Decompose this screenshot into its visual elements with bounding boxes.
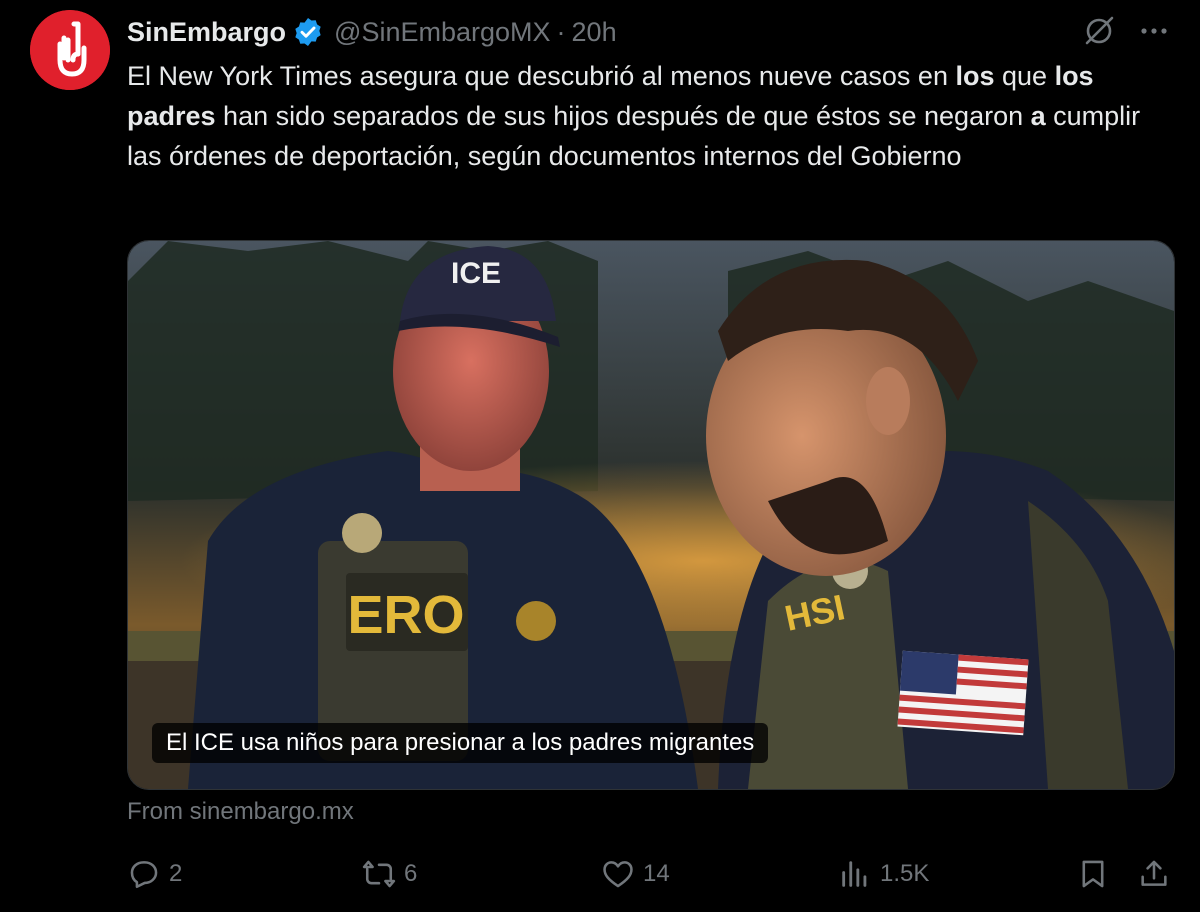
tweet-text-bold-segment: los [955, 61, 995, 91]
hand-logo-icon [30, 10, 110, 90]
grok-icon[interactable] [1082, 14, 1116, 48]
repost-button[interactable]: 6 [362, 852, 417, 896]
media-caption: El ICE usa niños para presionar a los pa… [152, 723, 769, 763]
tweet-text-segment: El New York Times asegura que descubrió … [127, 61, 956, 91]
more-icon[interactable] [1138, 18, 1170, 44]
flag-patch [897, 650, 1029, 736]
account-handle[interactable]: @SinEmbargoMX [334, 17, 551, 48]
views-button[interactable]: 1.5K [838, 852, 929, 896]
tweet-text-segment: han sido separados de sus hijos después … [215, 101, 1031, 131]
tweet-text: El New York Times asegura que descubrió … [127, 56, 1177, 176]
vest-left-label: ERO [347, 585, 464, 645]
bookmark-button[interactable] [1076, 852, 1110, 896]
views-count: 1.5K [880, 860, 930, 887]
like-icon [603, 861, 633, 888]
tweet-text-bold-segment: a [1030, 101, 1046, 131]
reply-button[interactable]: 2 [127, 852, 182, 896]
timestamp[interactable]: 20h [572, 17, 617, 48]
bookmark-icon [1082, 860, 1104, 888]
views-icon [842, 861, 867, 887]
reply-count: 2 [169, 860, 183, 887]
avatar[interactable] [30, 10, 110, 90]
link-source[interactable]: From sinembargo.mx [127, 798, 354, 826]
repost-count: 6 [404, 860, 418, 887]
share-button[interactable] [1137, 852, 1171, 896]
repost-icon [362, 860, 396, 888]
separator: · [556, 16, 566, 47]
cap-label: ICE [451, 257, 501, 290]
account-name[interactable]: SinEmbargo [127, 17, 286, 48]
like-count: 14 [643, 860, 670, 887]
reply-icon [130, 861, 158, 889]
share-icon [1141, 860, 1167, 886]
verified-badge-icon[interactable] [292, 16, 324, 48]
media-image: ERO ICE HSI [128, 241, 1174, 789]
like-button[interactable]: 14 [601, 852, 670, 896]
tweet-header: SinEmbargo @SinEmbargoMX · 20h [127, 12, 617, 52]
tweet-media[interactable]: ERO ICE HSI El ICE usa niños para presio… [127, 240, 1175, 790]
tweet-text-segment: que [994, 61, 1055, 91]
